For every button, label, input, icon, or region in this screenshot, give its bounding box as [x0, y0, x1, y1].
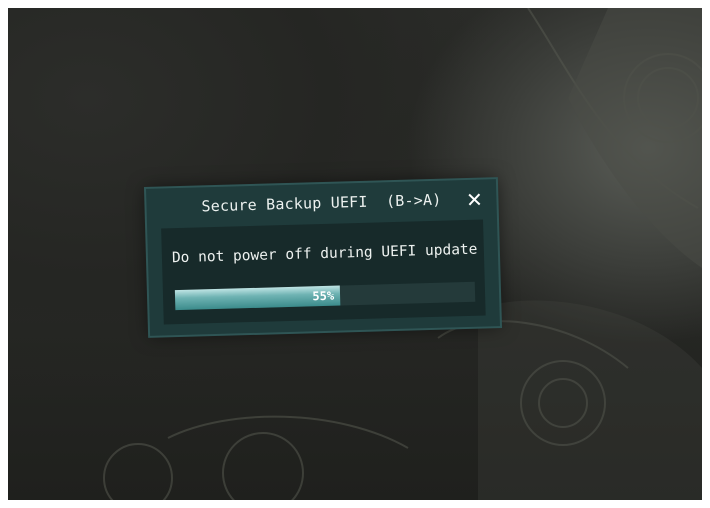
close-icon[interactable]: ✕ — [464, 188, 485, 212]
uefi-update-dialog: Secure Backup UEFI (B->A) ✕ Do not power… — [146, 179, 500, 336]
monitor-screen: Secure Backup UEFI (B->A) ✕ Do not power… — [8, 8, 702, 500]
progress-bar: 55% — [174, 281, 476, 311]
dialog-body: Do not power off during UEFI update 55% — [161, 219, 486, 325]
progress-percent-label: 55% — [312, 288, 335, 304]
warning-message: Do not power off during UEFI update — [171, 241, 478, 267]
dialog-title: Secure Backup UEFI (B->A) — [201, 190, 442, 216]
